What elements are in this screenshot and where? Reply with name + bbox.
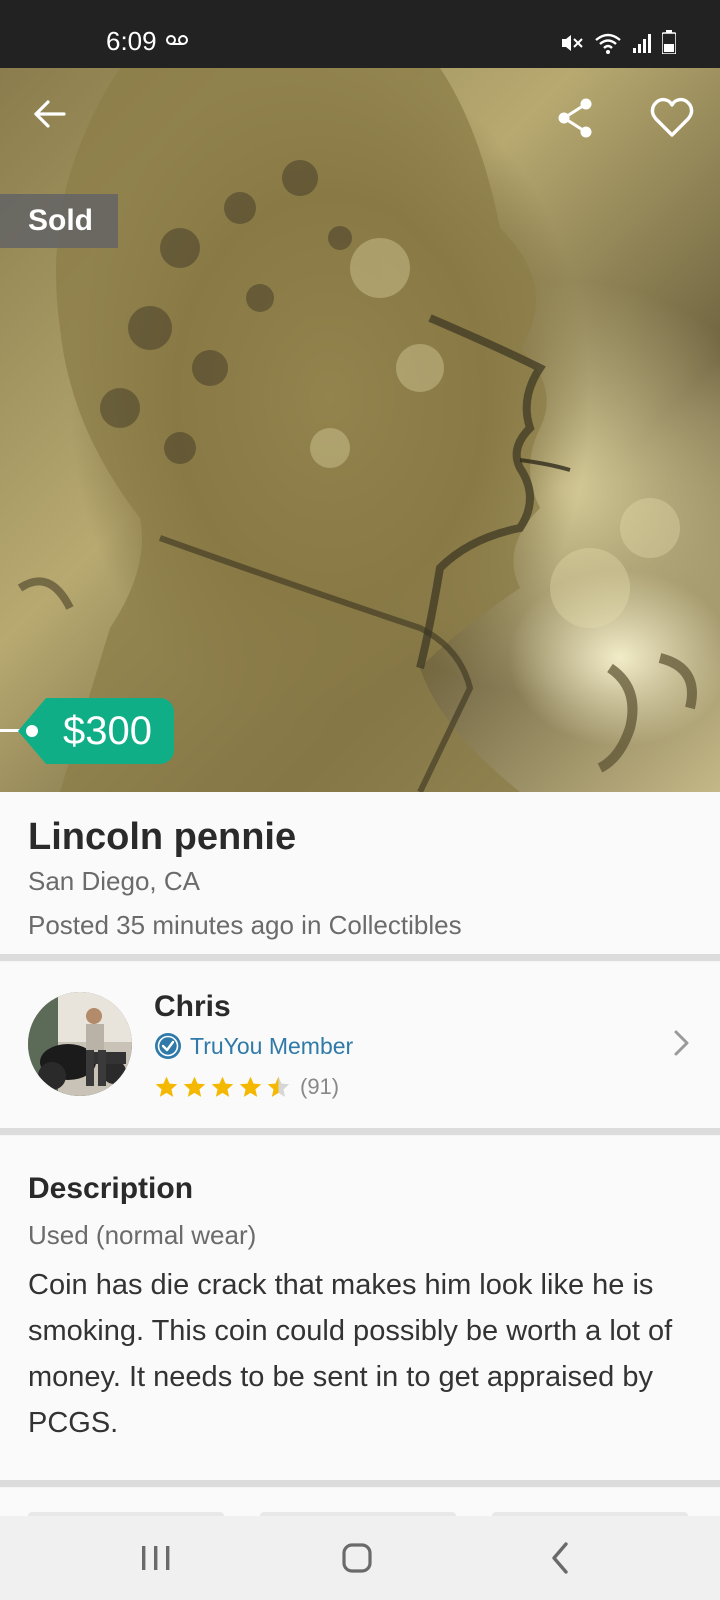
price-tag-hole — [26, 725, 38, 737]
description-body: Coin has die crack that makes him look l… — [28, 1269, 673, 1439]
sold-badge: Sold — [0, 194, 118, 248]
price-tag: $300 — [18, 698, 174, 764]
item-condition: Used (normal wear) — [28, 1220, 257, 1250]
back-arrow-icon[interactable] — [28, 92, 72, 136]
divider — [0, 954, 720, 961]
status-bar: 6:09 — [0, 0, 720, 68]
verified-check-icon — [155, 1033, 181, 1059]
signal-icon — [633, 34, 651, 53]
seller-name: Chris — [154, 990, 231, 1023]
chevron-right-icon[interactable] — [672, 1028, 692, 1058]
half-star-icon — [267, 1076, 290, 1097]
share-icon[interactable] — [554, 96, 598, 140]
description-section: Description Used (normal wear) Coin has … — [0, 1136, 720, 1480]
coin-illustration — [17, 68, 697, 792]
status-time: 6:09 — [106, 26, 157, 56]
seller-rating: (91) — [154, 1074, 339, 1100]
listing-title: Lincoln pennie — [28, 816, 297, 858]
mute-icon — [562, 35, 583, 51]
nav-back-icon[interactable] — [500, 1516, 620, 1600]
home-icon[interactable] — [298, 1516, 418, 1600]
seller-row[interactable]: Chris TruYou Member (91) — [0, 962, 720, 1128]
listing-photo[interactable] — [0, 68, 720, 792]
star-icon — [211, 1076, 234, 1097]
seller-avatar[interactable] — [28, 992, 132, 1096]
voicemail-icon — [166, 35, 188, 45]
star-icon — [183, 1076, 206, 1097]
description-heading: Description — [28, 1172, 194, 1205]
wifi-icon — [595, 33, 621, 54]
favorite-heart-icon[interactable] — [648, 94, 696, 142]
truyou-badge-row: TruYou Member — [154, 1032, 353, 1060]
review-count: (91) — [300, 1074, 340, 1099]
listing-posted-info: Posted 35 minutes ago in Collectibles — [28, 910, 462, 940]
star-icon — [155, 1076, 178, 1097]
system-nav-bar — [0, 1516, 720, 1600]
recent-apps-icon[interactable] — [96, 1516, 216, 1600]
listing-location: San Diego, CA — [28, 866, 200, 896]
related-items-strip — [0, 1488, 720, 1518]
battery-icon — [662, 30, 676, 54]
listing-info-section: Lincoln pennie San Diego, CA Posted 35 m… — [0, 792, 720, 954]
truyou-member-label: TruYou Member — [190, 1032, 354, 1059]
avatar-photo — [28, 992, 132, 1096]
star-icon — [239, 1076, 262, 1097]
divider — [0, 1480, 720, 1487]
divider — [0, 1128, 720, 1135]
